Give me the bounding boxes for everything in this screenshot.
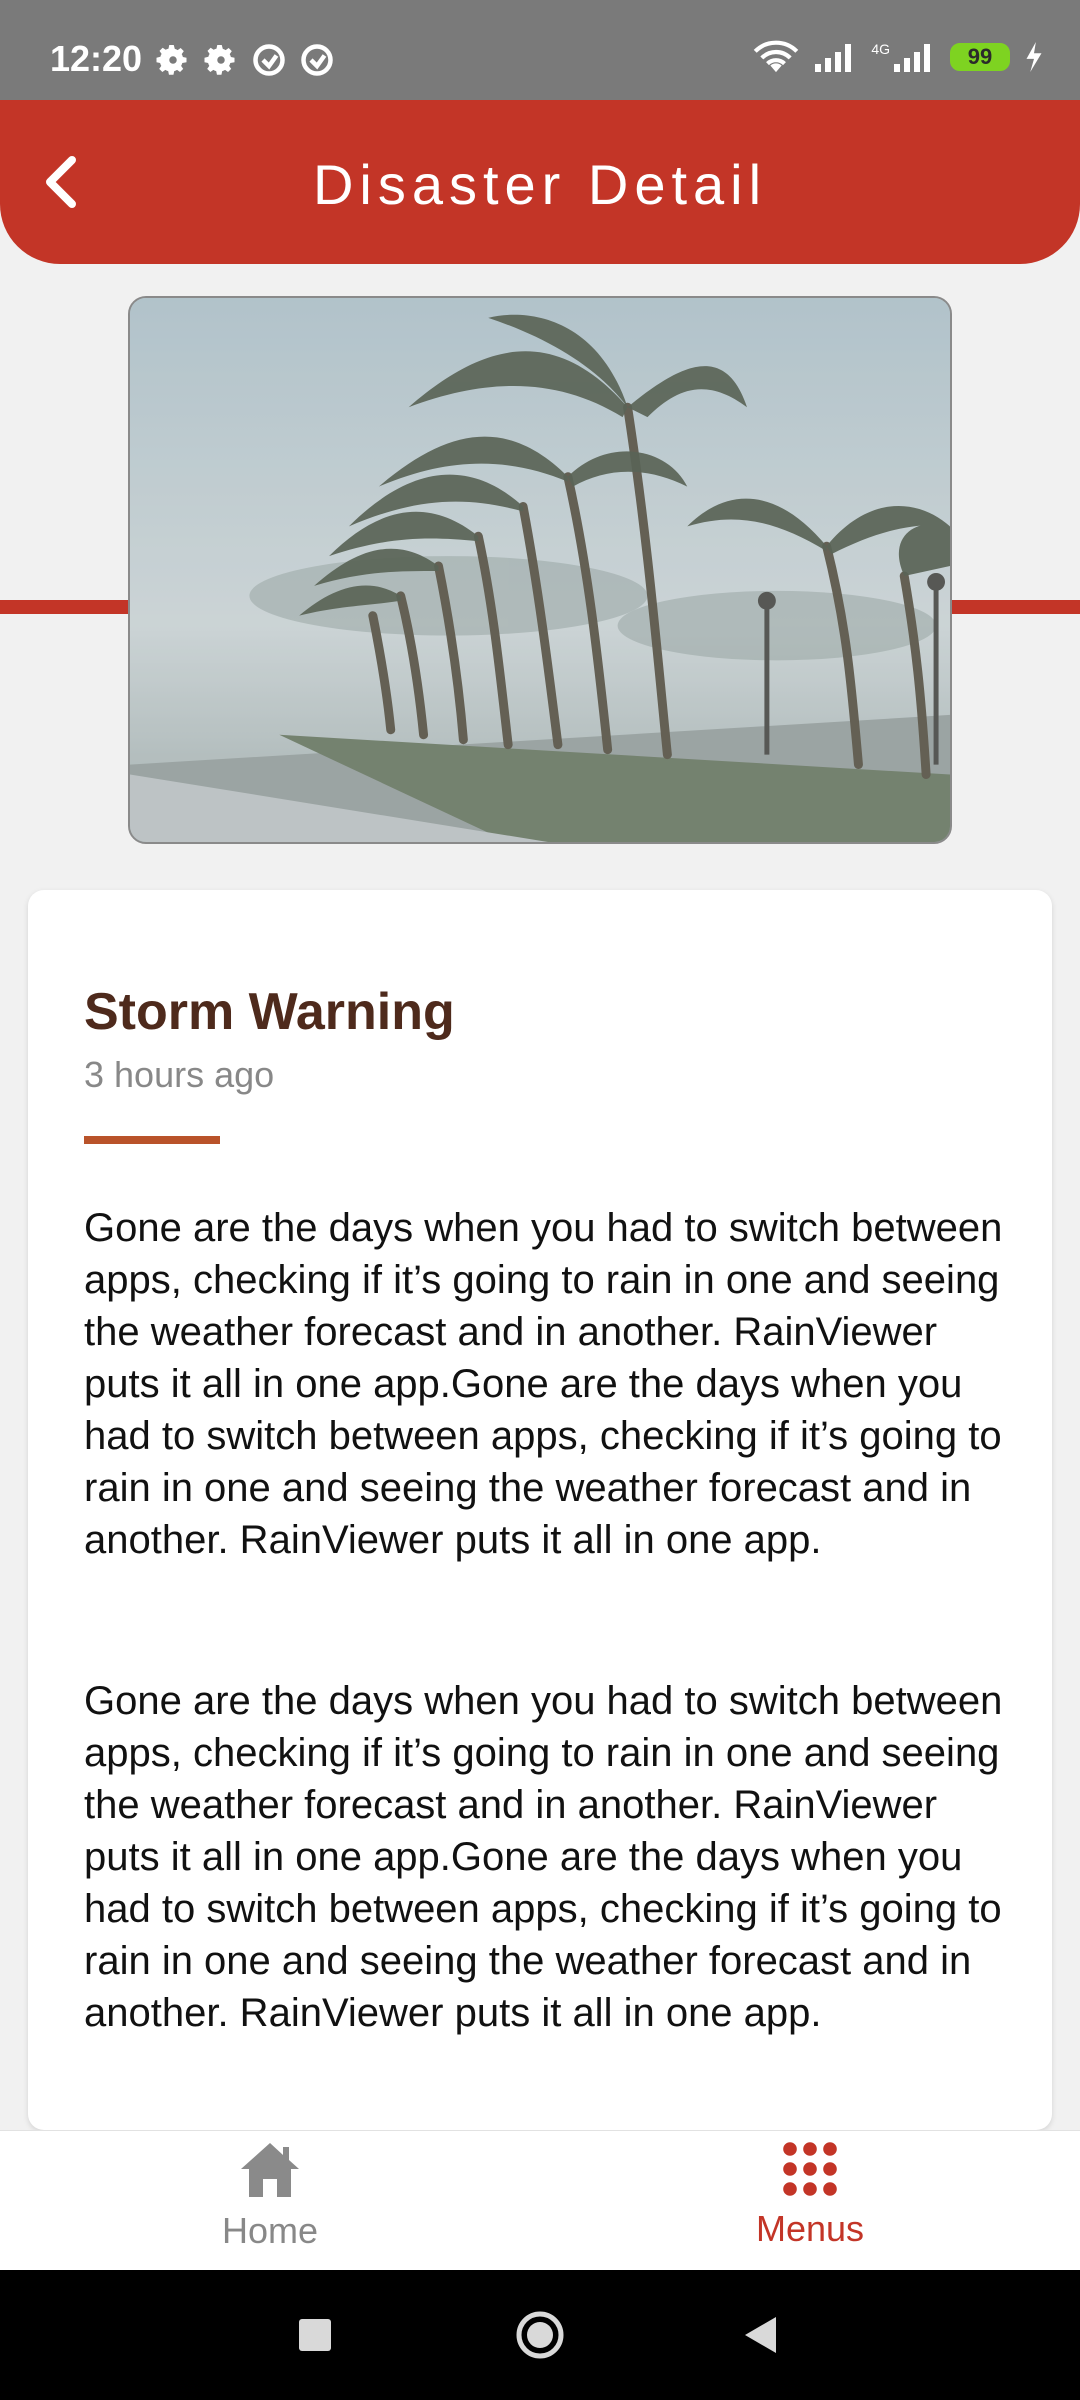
article-card: Storm Warning 3 hours ago Gone are the d… [28,890,1052,2130]
alarm-icon [301,44,333,76]
title-accent-bar [84,1136,220,1144]
status-bar: 12:20 4G 99 [0,0,1080,100]
circle-icon [516,2311,564,2359]
network-type-label: 4G [871,41,890,57]
signal-icon [894,44,930,72]
storm-palm-trees-illustration [130,298,950,842]
system-navigation-bar [0,2270,1080,2400]
article-title: Storm Warning [84,983,455,1041]
bottom-navigation: Home Menus [0,2130,1080,2271]
article-paragraph: Gone are the days when you had to switch… [84,1206,1003,1562]
home-system-button[interactable] [505,2300,575,2370]
wifi-icon [754,40,799,73]
signal-icon [815,44,852,72]
page-title: Disaster Detail [312,153,768,216]
square-icon [299,2319,331,2351]
nav-item-home[interactable]: Home [120,2141,420,2265]
recents-button[interactable] [280,2300,350,2370]
article-timestamp: 3 hours ago [84,1054,275,1095]
grid-dots-icon [783,2142,837,2196]
nav-label-home: Home [221,2210,319,2251]
disaster-image [128,296,952,844]
status-time: 12:20 [50,38,143,79]
back-triangle-icon [745,2317,776,2353]
home-icon [241,2143,299,2197]
charging-icon [1026,42,1042,72]
article-paragraph: Gone are the days when you had to switch… [84,1679,1003,2035]
nav-item-menus[interactable]: Menus [660,2141,960,2265]
back-system-button[interactable] [725,2300,795,2370]
app-header: Disaster Detail [0,100,1080,264]
gear-icon [204,45,235,75]
nav-label-menus: Menus [755,2208,865,2249]
battery-indicator: 99 [950,43,1010,71]
alarm-icon [253,44,285,76]
status-notification-icons [155,42,335,78]
gear-icon [156,45,187,75]
status-right-icons: 4G 99 [753,40,1044,74]
